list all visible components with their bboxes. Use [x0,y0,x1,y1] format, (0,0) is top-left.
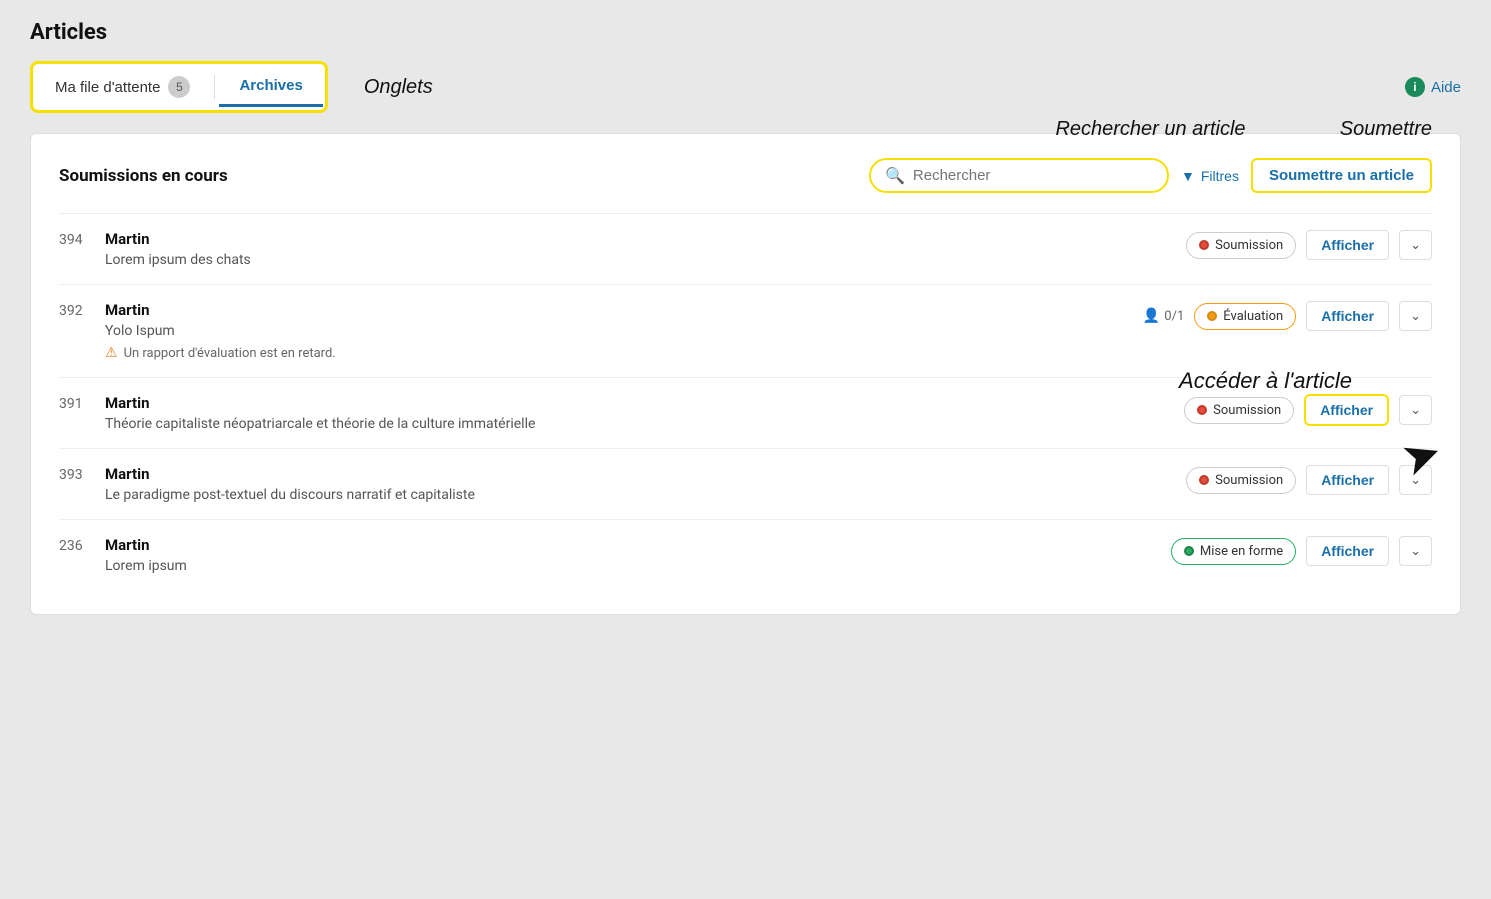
status-dot-red [1199,240,1209,250]
annotation-acceder: Accéder à l'article [1179,368,1352,394]
card-header: Soumissions en cours Rechercher un artic… [59,158,1432,193]
status-badge: Évaluation [1194,303,1296,330]
header-right-wrapper: Rechercher un article Soumettre 🔍 ▼ Filt… [869,158,1432,193]
annotation-rechercher: Rechercher un article [1055,118,1245,141]
tabs-row: Ma file d'attente 5 Archives Onglets i A… [30,61,1461,113]
table-row: 394 Martin Lorem ipsum des chats Soumiss… [59,213,1432,284]
submission-info: Martin Lorem ipsum [105,536,187,574]
submission-info: Martin Le paradigme post-textuel du disc… [105,465,475,503]
section-title: Soumissions en cours [59,166,228,186]
status-label: Soumission [1213,403,1281,418]
chevron-down-button[interactable]: ⌄ [1399,536,1432,566]
main-card: Soumissions en cours Rechercher un artic… [30,133,1461,615]
submission-left: 393 Martin Le paradigme post-textuel du … [59,465,475,503]
chevron-down-button[interactable]: ⌄ [1399,395,1432,425]
submission-id: 392 [59,301,89,319]
tab-queue[interactable]: Ma file d'attente 5 [35,66,210,108]
annotation-soumettre: Soumettre [1340,118,1432,141]
warning-icon: ⚠ [105,345,118,361]
author-name: Martin [105,301,336,319]
author-name: Martin [105,465,475,483]
view-btn-wrapper: Afficher ➤ [1304,394,1389,426]
submission-title: Le paradigme post-textuel du discours na… [105,487,475,503]
tab-archives-label: Archives [239,77,302,94]
view-button-highlighted[interactable]: Afficher [1304,394,1389,426]
status-badge: Soumission [1186,232,1296,259]
table-row: 393 Martin Le paradigme post-textuel du … [59,448,1432,519]
chevron-down-button[interactable]: ⌄ [1399,301,1432,331]
warning-row: ⚠ Un rapport d'évaluation est en retard. [105,345,336,361]
status-dot-red [1199,475,1209,485]
tab-archives[interactable]: Archives [219,67,322,107]
search-box: 🔍 [869,158,1169,193]
table-row: 236 Martin Lorem ipsum Mise en forme Aff… [59,519,1432,590]
submission-title: Théorie capitaliste néopatriarcale et th… [105,416,535,432]
status-label: Évaluation [1223,309,1283,324]
help-icon: i [1405,77,1425,97]
tab-queue-badge: 5 [168,76,190,98]
view-button[interactable]: Afficher [1306,230,1389,260]
submission-left: 236 Martin Lorem ipsum [59,536,187,574]
submission-info: Martin Yolo Ispum ⚠ Un rapport d'évaluat… [105,301,336,361]
tab-queue-label: Ma file d'attente [55,79,160,96]
status-label: Mise en forme [1200,544,1283,559]
submission-info: Martin Théorie capitaliste néopatriarcal… [105,394,535,432]
person-icon: 👤 [1143,308,1160,324]
submission-right: Soumission Afficher ⌄ [1186,465,1432,495]
view-button[interactable]: Afficher [1306,301,1389,331]
filters-label: Filtres [1201,168,1239,184]
search-icon: 🔍 [885,166,905,185]
help-label: Aide [1431,79,1461,96]
status-dot-orange [1207,311,1217,321]
status-badge: Mise en forme [1171,538,1296,565]
filter-icon: ▼ [1181,168,1195,184]
author-name: Martin [105,536,187,554]
page-title: Articles [30,20,1461,45]
filters-button[interactable]: ▼ Filtres [1181,168,1239,184]
submission-info: Martin Lorem ipsum des chats [105,230,251,268]
submit-article-button[interactable]: Soumettre un article [1251,158,1432,193]
submission-left: 392 Martin Yolo Ispum ⚠ Un rapport d'éva… [59,301,1143,361]
submission-right: Soumission Afficher ⌄ [1186,230,1432,260]
annotation-onglets: Onglets [364,76,433,99]
submission-right: 👤 0/1 Évaluation Afficher ⌄ [1143,301,1432,331]
header-right: 🔍 ▼ Filtres Soumettre un article [869,158,1432,193]
status-label: Soumission [1215,238,1283,253]
search-input[interactable] [913,167,1153,184]
author-name: Martin [105,230,251,248]
submission-id: 236 [59,536,89,554]
status-dot-green [1184,546,1194,556]
table-row: Accéder à l'article 391 Martin Théorie c… [59,377,1432,448]
submission-title: Lorem ipsum des chats [105,252,251,268]
submission-right: Soumission Afficher ➤ ⌄ [1184,394,1432,426]
submissions-list: 394 Martin Lorem ipsum des chats Soumiss… [59,213,1432,590]
submission-id: 394 [59,230,89,248]
status-dot-red [1197,405,1207,415]
view-button[interactable]: Afficher [1306,536,1389,566]
warning-text: Un rapport d'évaluation est en retard. [124,346,336,361]
author-name: Martin [105,394,535,412]
help-button[interactable]: i Aide [1405,77,1461,97]
table-row: 392 Martin Yolo Ispum ⚠ Un rapport d'éva… [59,284,1432,377]
tab-divider [214,75,215,99]
submission-right: Mise en forme Afficher ⌄ [1171,536,1432,566]
reviewer-count-value: 0/1 [1164,309,1184,324]
submission-title: Yolo Ispum [105,323,336,339]
reviewer-count: 👤 0/1 [1143,308,1184,324]
submission-title: Lorem ipsum [105,558,187,574]
status-label: Soumission [1215,473,1283,488]
submission-id: 391 [59,394,89,412]
chevron-down-button[interactable]: ⌄ [1399,230,1432,260]
view-button[interactable]: Afficher [1306,465,1389,495]
submission-id: 393 [59,465,89,483]
status-badge: Soumission [1186,467,1296,494]
submission-left: 391 Martin Théorie capitaliste néopatria… [59,394,535,432]
submission-left: 394 Martin Lorem ipsum des chats [59,230,251,268]
tabs-container: Ma file d'attente 5 Archives [30,61,328,113]
status-badge: Soumission [1184,397,1294,424]
